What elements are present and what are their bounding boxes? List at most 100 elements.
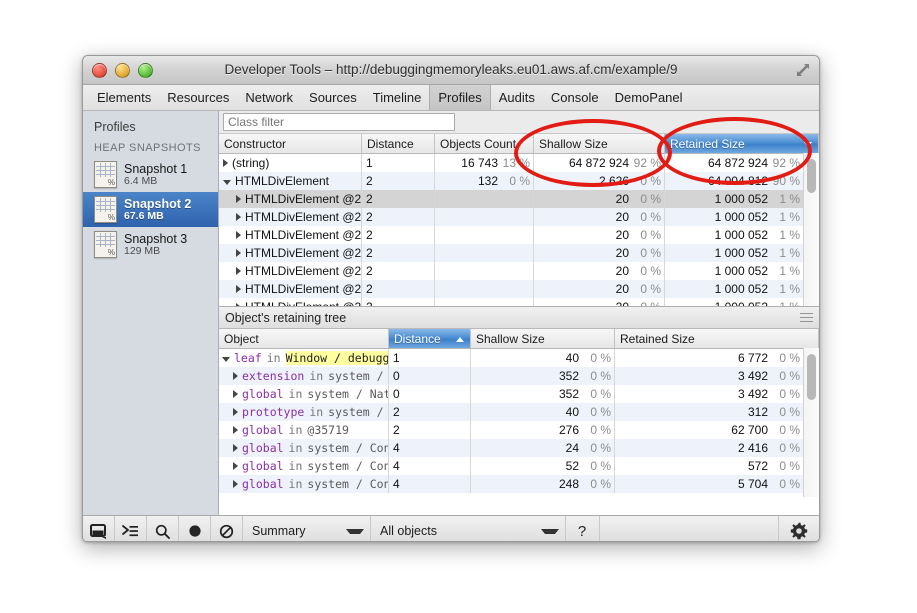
chevron-down-icon[interactable]: [222, 357, 230, 362]
cell-retained: 5720 %: [615, 457, 819, 475]
retaining-tree-grid-header: Object Distance Shallow SizeRetained Size: [219, 329, 819, 349]
table-row[interactable]: HTMLDivElement @22200 %1 000 0521 %: [219, 244, 819, 262]
column-header-label: Distance: [394, 332, 441, 346]
record-icon[interactable]: [179, 516, 211, 542]
percent: 0 %: [498, 174, 530, 188]
chevron-right-icon[interactable]: [233, 408, 238, 416]
table-row[interactable]: prototypeinsystem / Map @4(2400 %3120 %: [219, 403, 819, 421]
constructor-grid-scrollbar[interactable]: [803, 153, 819, 306]
column-header-object[interactable]: Object: [219, 329, 389, 348]
tab-network[interactable]: Network: [237, 85, 301, 110]
hamburger-icon[interactable]: [800, 313, 813, 322]
column-header-retained-size[interactable]: Retained Size: [665, 134, 819, 153]
distance-value: 2: [366, 282, 373, 296]
chevron-right-icon[interactable]: [236, 267, 241, 275]
chevron-right-icon[interactable]: [236, 303, 241, 306]
class-filter-bar: [219, 111, 819, 134]
object-filter-select[interactable]: All objects: [371, 516, 566, 542]
gear-icon[interactable]: [779, 516, 819, 542]
table-row[interactable]: HTMLDivElement21320 %2 6260 %64 004 8129…: [219, 172, 819, 190]
chevron-right-icon[interactable]: [223, 159, 228, 167]
tab-sources[interactable]: Sources: [301, 85, 365, 110]
cell-count: [435, 280, 534, 298]
chevron-right-icon[interactable]: [233, 390, 238, 398]
snapshot-item-2[interactable]: Snapshot 267.6 MB: [83, 192, 218, 227]
view-mode-select[interactable]: Summary: [243, 516, 371, 542]
table-row[interactable]: globalin@3571922760 %62 7000 %: [219, 421, 819, 439]
table-row[interactable]: HTMLDivElement @22200 %1 000 0521 %: [219, 280, 819, 298]
console-prompt-icon[interactable]: [115, 516, 147, 542]
chevron-right-icon[interactable]: [233, 462, 238, 470]
percent: 0 %: [768, 459, 800, 473]
sidebar-title: Profiles: [83, 117, 218, 139]
cell-distance: 2: [362, 262, 435, 280]
cell-constructor: (string): [219, 154, 362, 172]
table-row[interactable]: globalinsystem / Context @42480 %5 7040 …: [219, 475, 819, 493]
value: 64 004 812: [708, 174, 768, 188]
help-button[interactable]: ?: [566, 516, 600, 542]
value: 52: [566, 459, 579, 473]
tab-resources[interactable]: Resources: [159, 85, 237, 110]
table-row[interactable]: extensioninsystem / Native(03520 %3 4920…: [219, 367, 819, 385]
object-filter-value: All objects: [380, 524, 437, 538]
table-row[interactable]: HTMLDivElement @22200 %1 000 0521 %: [219, 226, 819, 244]
chevron-right-icon[interactable]: [233, 444, 238, 452]
snapshot-item-3[interactable]: Snapshot 3129 MB: [83, 227, 218, 262]
chevron-right-icon[interactable]: [236, 213, 241, 221]
tab-timeline[interactable]: Timeline: [365, 85, 430, 110]
table-row[interactable]: leafinWindow / debuggingmemo1400 %6 7720…: [219, 349, 819, 367]
value: 3 492: [738, 387, 768, 401]
tab-elements[interactable]: Elements: [89, 85, 159, 110]
chevron-right-icon[interactable]: [236, 285, 241, 293]
cell-distance: 0: [389, 367, 471, 385]
percent: 1 %: [768, 300, 800, 306]
table-row[interactable]: HTMLDivElement @22200 %1 000 0521 %: [219, 190, 819, 208]
snapshot-item-1[interactable]: Snapshot 16.4 MB: [83, 157, 218, 192]
object-context: Window / debuggingmemo: [286, 351, 389, 365]
class-filter-input[interactable]: [223, 113, 455, 131]
dock-panel-icon[interactable]: [83, 516, 115, 542]
table-row[interactable]: (string)116 74313 %64 872 92492 %64 872 …: [219, 154, 819, 172]
chevron-right-icon[interactable]: [233, 480, 238, 488]
profiles-sidebar: Profiles HEAP SNAPSHOTS Snapshot 16.4 MB…: [83, 111, 219, 515]
tab-console[interactable]: Console: [543, 85, 607, 110]
cell-object: globalinsystem / Context @: [219, 475, 389, 493]
clear-icon[interactable]: [211, 516, 243, 542]
chevron-right-icon[interactable]: [236, 249, 241, 257]
chevron-down-icon[interactable]: [223, 180, 231, 185]
cell-object: globalinsystem / Context @: [219, 457, 389, 475]
cell-distance: 2: [362, 208, 435, 226]
column-header-distance[interactable]: Distance: [362, 134, 435, 153]
tab-demopanel[interactable]: DemoPanel: [607, 85, 691, 110]
chevron-right-icon[interactable]: [233, 372, 238, 380]
column-header-constructor[interactable]: Constructor: [219, 134, 362, 153]
chevron-right-icon[interactable]: [233, 426, 238, 434]
cell-count: 16 74313 %: [435, 154, 534, 172]
object-relation: in: [289, 441, 303, 455]
cell-count: [435, 262, 534, 280]
constructor-name: HTMLDivElement @2: [245, 300, 361, 306]
table-row[interactable]: globalinsystem / NativeCon03520 %3 4920 …: [219, 385, 819, 403]
column-header-distance[interactable]: Distance: [389, 329, 471, 348]
tab-audits[interactable]: Audits: [491, 85, 543, 110]
tab-label: Profiles: [438, 90, 481, 105]
expand-icon[interactable]: [795, 62, 811, 78]
chevron-right-icon[interactable]: [236, 195, 241, 203]
column-header-shallow-size[interactable]: Shallow Size: [471, 329, 615, 348]
distance-value: 2: [393, 423, 400, 437]
tab-profiles[interactable]: Profiles: [429, 85, 490, 110]
table-row[interactable]: HTMLDivElement @22200 %1 000 0521 %: [219, 298, 819, 306]
cell-retained: 1 000 0521 %: [665, 190, 819, 208]
search-icon[interactable]: [147, 516, 179, 542]
column-header-retained-size[interactable]: Retained Size: [615, 329, 819, 348]
table-row[interactable]: globalinsystem / Context @4240 %2 4160 %: [219, 439, 819, 457]
constructor-name: HTMLDivElement @2: [245, 264, 361, 278]
constructor-grid-header: ConstructorDistanceObjects CountShallow …: [219, 134, 819, 154]
table-row[interactable]: HTMLDivElement @22200 %1 000 0521 %: [219, 262, 819, 280]
column-header-shallow-size[interactable]: Shallow Size: [534, 134, 665, 153]
retaining-tree-scrollbar[interactable]: [803, 348, 819, 497]
column-header-objects-count[interactable]: Objects Count: [435, 134, 534, 153]
table-row[interactable]: globalinsystem / Context @4520 %5720 %: [219, 457, 819, 475]
chevron-right-icon[interactable]: [236, 231, 241, 239]
table-row[interactable]: HTMLDivElement @22200 %1 000 0521 %: [219, 208, 819, 226]
